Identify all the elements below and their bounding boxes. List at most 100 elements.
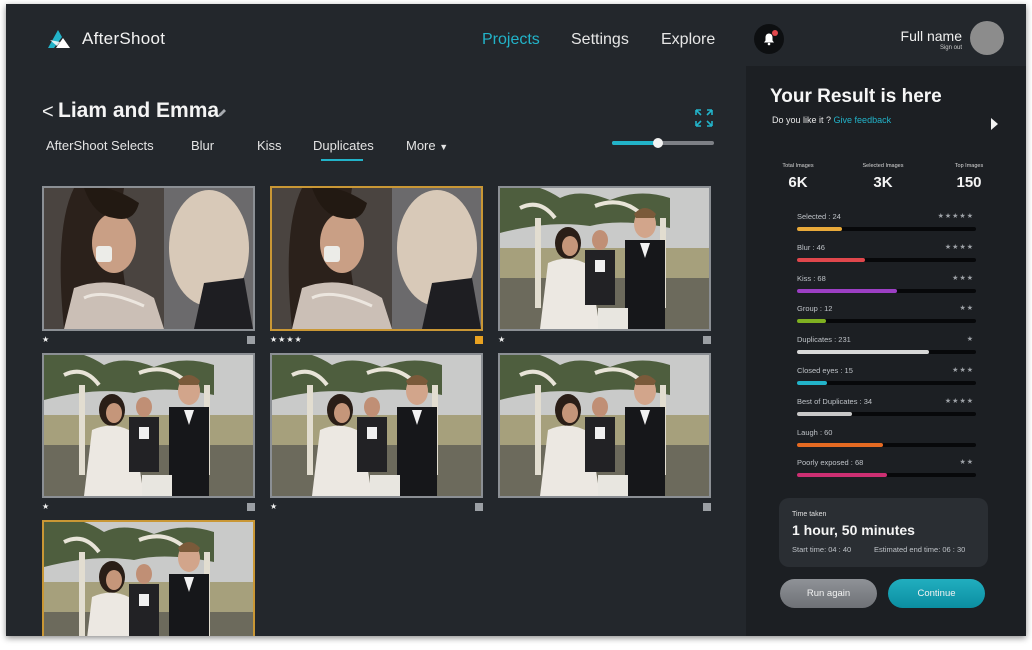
category-label: Laugh : 60 [797, 428, 833, 437]
photo-rating[interactable]: ★ [42, 502, 50, 511]
category-stars: ★★★★ [944, 244, 974, 251]
category-bar [797, 227, 976, 231]
category-label: Group : 12 [797, 304, 833, 313]
category-bar-fill [797, 473, 887, 477]
tab-aftershoot-selects[interactable]: AfterShoot Selects [46, 138, 154, 153]
stat-top-label: Top Images [954, 163, 984, 169]
category-bar-fill [797, 289, 898, 293]
stat-top-value: 150 [956, 174, 982, 191]
photo-thumbnail[interactable] [42, 186, 255, 331]
category-bar [797, 381, 976, 385]
photo-select-checkbox[interactable] [247, 336, 255, 344]
category-bar-fill [797, 227, 842, 231]
category-label: Closed eyes : 15 [797, 366, 853, 375]
photo-image [44, 355, 253, 496]
result-title: Your Result is here [770, 86, 942, 107]
category-bar [797, 289, 976, 293]
photo-image [500, 355, 709, 496]
tab-duplicates[interactable]: Duplicates [313, 138, 374, 153]
category-label: Best of Duplicates : 34 [797, 397, 873, 406]
photo-thumbnail[interactable] [270, 186, 483, 331]
fullscreen-icon[interactable] [694, 108, 714, 128]
category-bar [797, 258, 976, 262]
category-bar-fill [797, 443, 883, 447]
photo-thumbnail[interactable] [270, 353, 483, 498]
photo-thumbnail[interactable] [42, 520, 255, 636]
photo-thumbnail[interactable] [42, 353, 255, 498]
feedback-question: Do you like it ? [772, 115, 832, 125]
category-stars: ★★★★ [944, 398, 974, 405]
app-logo[interactable]: AfterShoot [46, 28, 165, 50]
photo-select-checkbox[interactable] [703, 503, 711, 511]
category-label: Poorly exposed : 68 [797, 458, 864, 467]
back-button[interactable]: < [42, 101, 54, 124]
category-bar [797, 412, 976, 416]
tab-more[interactable]: More ▼ [406, 138, 448, 153]
nav-settings[interactable]: Settings [571, 31, 629, 49]
photo-select-checkbox[interactable] [247, 503, 255, 511]
app-window: AfterShoot Projects Settings Explore Ful… [6, 4, 1026, 636]
category-bar-fill [797, 412, 853, 416]
tab-blur[interactable]: Blur [191, 138, 214, 153]
category-label: Kiss : 68 [797, 274, 826, 283]
avatar[interactable] [970, 21, 1004, 55]
category-stars: ★★★ [952, 367, 974, 374]
category-label: Blur : 46 [797, 243, 825, 252]
stat-total-value: 6K [788, 174, 808, 191]
stat-selected-label: Selected Images [862, 163, 904, 169]
app-name: AfterShoot [82, 29, 166, 48]
category-bar [797, 473, 976, 477]
category-bar-fill [797, 350, 930, 354]
start-time: Start time: 04 : 40 [792, 545, 852, 554]
user-name: Full name [900, 28, 962, 44]
notifications-button[interactable] [754, 24, 784, 54]
category-stars: ★★ [959, 305, 974, 312]
category-stars: ★★★★★ [937, 213, 974, 220]
photo-rating[interactable]: ★ [42, 335, 50, 344]
photo-select-checkbox[interactable] [475, 336, 483, 344]
photo-rating[interactable]: ★★★★ [270, 335, 303, 344]
play-icon[interactable] [991, 118, 998, 130]
active-tab-indicator [321, 159, 363, 161]
notification-dot [772, 30, 778, 36]
time-taken-label: Time taken [792, 511, 827, 518]
tab-more-label: More [406, 138, 436, 153]
edit-icon[interactable] [217, 108, 227, 118]
aftershoot-logo-icon [48, 30, 70, 48]
category-stars: ★★ [959, 459, 974, 466]
continue-button[interactable]: Continue [888, 579, 985, 608]
nav-projects[interactable]: Projects [482, 31, 540, 49]
stat-total-label: Total Images [782, 163, 814, 169]
category-bar [797, 443, 976, 447]
run-again-button[interactable]: Run again [780, 579, 877, 608]
sign-out-link[interactable]: Sign out [940, 45, 962, 51]
stat-selected-value: 3K [873, 174, 893, 191]
photo-rating[interactable]: ★ [498, 335, 506, 344]
give-feedback-link[interactable]: Give feedback [834, 115, 892, 125]
category-bar-fill [797, 381, 828, 385]
tab-kiss[interactable]: Kiss [257, 138, 282, 153]
category-label: Duplicates : 231 [797, 335, 851, 344]
photo-thumbnail[interactable] [498, 353, 711, 498]
photo-image [44, 188, 253, 329]
category-bar-fill [797, 319, 826, 323]
zoom-slider-handle[interactable] [652, 138, 663, 148]
photo-image [272, 355, 481, 496]
estimated-end-time: Estimated end time: 06 : 30 [874, 545, 966, 554]
nav-explore[interactable]: Explore [661, 31, 715, 49]
category-stars: ★★★ [952, 275, 974, 282]
photo-image [500, 188, 709, 329]
photo-image [44, 522, 253, 636]
photo-thumbnail[interactable] [498, 186, 711, 331]
category-bar [797, 319, 976, 323]
category-bar-fill [797, 258, 866, 262]
category-bar [797, 350, 976, 354]
zoom-slider-fill [612, 141, 658, 145]
feedback-prompt: Do you like it ? Give feedback [772, 115, 891, 125]
photo-image [272, 188, 481, 329]
time-taken-value: 1 hour, 50 minutes [792, 522, 915, 538]
photo-rating[interactable]: ★ [270, 502, 278, 511]
chevron-down-icon: ▼ [439, 142, 449, 152]
photo-select-checkbox[interactable] [475, 503, 483, 511]
photo-select-checkbox[interactable] [703, 336, 711, 344]
